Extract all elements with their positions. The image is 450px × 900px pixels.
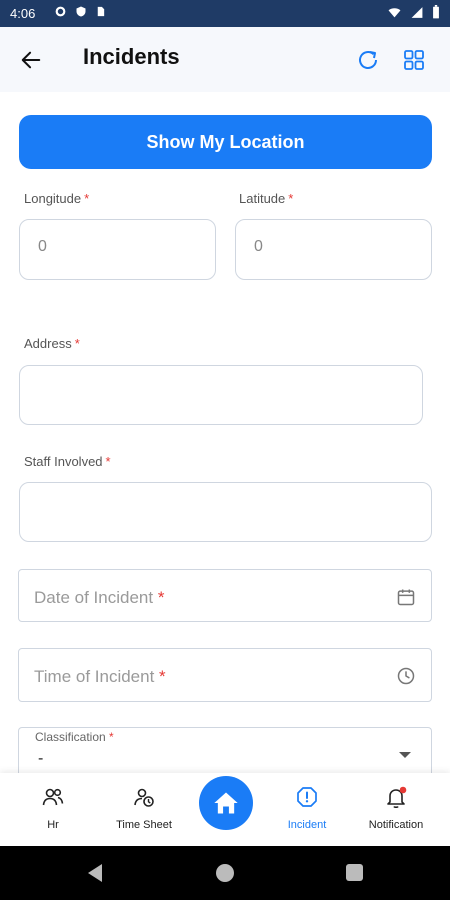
address-field[interactable] xyxy=(19,365,423,425)
nav-label: Time Sheet xyxy=(116,819,172,831)
status-time: 4:06 xyxy=(10,6,36,21)
sim-card-icon xyxy=(97,6,105,17)
classification-value: - xyxy=(38,750,44,767)
latitude-field[interactable]: 0 xyxy=(235,219,432,280)
home-button[interactable] xyxy=(199,776,253,830)
arrow-left-icon[interactable] xyxy=(20,49,42,71)
required-marker: * xyxy=(105,454,111,469)
nav-label: Hr xyxy=(47,819,59,831)
latitude-label: Latitude * xyxy=(239,191,294,206)
nav-item-notification[interactable]: Notification xyxy=(351,773,441,846)
nav-item-incident[interactable]: Incident xyxy=(262,773,352,846)
longitude-label: Longitude * xyxy=(24,191,90,206)
app-bar: Incidents xyxy=(0,27,450,92)
classification-select[interactable]: Classification * - xyxy=(18,727,432,775)
required-marker: * xyxy=(109,730,114,744)
shield-icon xyxy=(76,6,86,17)
required-marker: * xyxy=(159,667,166,686)
time-of-incident-field[interactable]: Time of Incident * xyxy=(18,648,432,702)
page-title: Incidents xyxy=(83,44,180,69)
show-my-location-button[interactable]: Show My Location xyxy=(19,115,432,169)
required-marker: * xyxy=(74,336,80,351)
required-marker: * xyxy=(84,191,90,206)
back-nav-icon[interactable] xyxy=(88,864,102,882)
refresh-icon[interactable] xyxy=(356,48,380,72)
system-navigation-bar xyxy=(0,846,450,900)
status-bar: 4:06 xyxy=(0,0,450,27)
longitude-value: 0 xyxy=(38,238,47,255)
recents-nav-icon[interactable] xyxy=(346,864,363,881)
date-of-incident-field[interactable]: Date of Incident * xyxy=(18,569,432,622)
required-marker: * xyxy=(157,588,165,607)
nav-item-hr[interactable]: Hr xyxy=(8,773,98,846)
classification-label: Classification * xyxy=(33,730,116,744)
required-marker: * xyxy=(288,191,294,206)
signal-icon xyxy=(411,6,423,18)
address-label: Address * xyxy=(24,336,80,351)
home-nav-icon[interactable] xyxy=(216,864,234,882)
longitude-field[interactable]: 0 xyxy=(19,219,216,280)
timesheet-icon xyxy=(134,788,154,807)
date-of-incident-placeholder: Date of Incident * xyxy=(34,588,165,607)
nav-label: Notification xyxy=(368,819,424,831)
time-of-incident-placeholder: Time of Incident * xyxy=(34,667,166,686)
grid-view-icon[interactable] xyxy=(402,48,426,72)
calendar-icon[interactable] xyxy=(396,587,416,607)
wifi-icon xyxy=(388,7,401,17)
staff-involved-field[interactable] xyxy=(19,482,432,542)
nav-item-time-sheet[interactable]: Time Sheet xyxy=(99,773,189,846)
clock-icon[interactable] xyxy=(396,666,416,686)
latitude-value: 0 xyxy=(254,238,263,255)
dropdown-arrow-icon[interactable] xyxy=(399,752,411,758)
nav-label: Incident xyxy=(287,819,327,831)
people-icon xyxy=(42,788,64,806)
home-icon xyxy=(214,792,238,814)
battery-icon xyxy=(433,5,439,19)
gear-icon xyxy=(55,6,66,17)
bell-icon xyxy=(387,786,407,809)
alert-icon xyxy=(297,787,317,807)
staff-involved-label: Staff Involved * xyxy=(24,454,111,469)
